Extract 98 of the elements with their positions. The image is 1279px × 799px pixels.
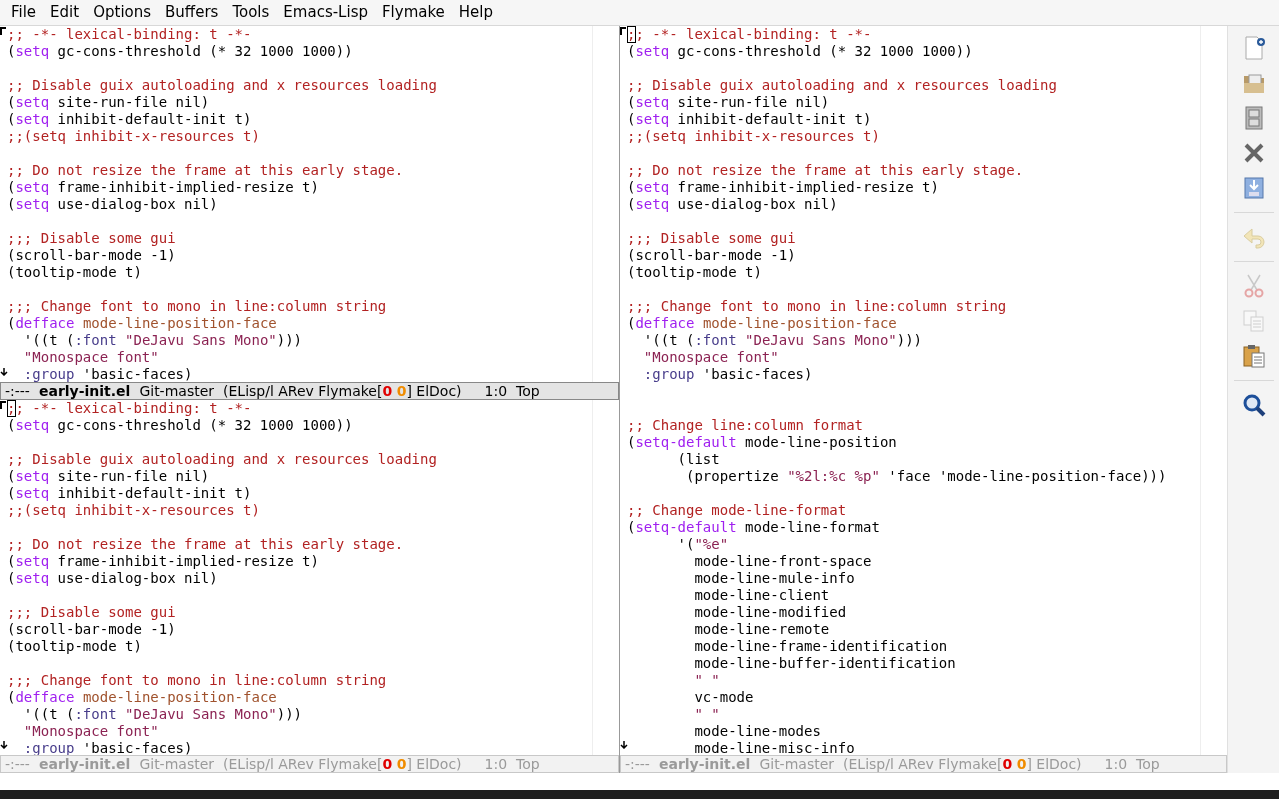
- code-line: (setq use-dialog-box nil): [627, 196, 838, 213]
- code-line: ;; Do not resize the frame at this early stage.: [7, 535, 404, 553]
- line-column: 1:0: [484, 756, 508, 772]
- line-column: 1:0: [1104, 756, 1128, 772]
- code-line: ;;; Disable some gui: [627, 230, 796, 247]
- code-line: mode-line-misc-info: [693, 740, 855, 755]
- code-line: ;;; Change font to mono in line:column string: [627, 298, 1007, 315]
- code-line: (defface mode-line-position-face: [7, 688, 277, 706]
- menu-item[interactable]: Help: [458, 1, 494, 24]
- line-column: 1:0: [484, 382, 508, 399]
- menu-item[interactable]: Tools: [232, 1, 270, 24]
- code-line: mode-line-front-space: [693, 553, 872, 570]
- code-line: (tooltip-mode t): [7, 264, 142, 281]
- code-line: '((t (:font "DeJavu Sans Mono"))): [642, 332, 923, 349]
- code-line: mode-line-remote: [693, 621, 830, 638]
- code-line: (scroll-bar-mode -1): [7, 247, 176, 264]
- code-line: ;; Disable guix autoloading and x resources loading: [7, 77, 437, 94]
- code-line: ;; Disable guix autoloading and x resources loading: [627, 77, 1057, 94]
- code-line: ;;; Disable some gui: [7, 603, 176, 621]
- code-line: (setq gc-cons-threshold (* 32 1000 1000)): [7, 416, 353, 434]
- code-line: (setq-default mode-line-format: [627, 519, 880, 536]
- code-line: mode-line-modes: [693, 723, 821, 740]
- down-arrow-icon: [620, 741, 628, 749]
- down-arrow-icon: [0, 741, 8, 749]
- code-line: (list: [676, 451, 720, 468]
- menu-item[interactable]: Emacs-Lisp: [283, 1, 368, 24]
- code-line: (setq inhibit-default-init t): [627, 111, 872, 128]
- code-line: " ": [693, 706, 720, 723]
- code-line: "Monospace font": [642, 349, 779, 366]
- code-line: (setq use-dialog-box nil): [7, 196, 218, 213]
- menu-item[interactable]: Edit: [50, 1, 80, 24]
- clipboard-icon[interactable]: [1240, 343, 1267, 369]
- text-area[interactable]: [7, 26, 593, 382]
- code-line: " ": [693, 672, 720, 689]
- fringe-top-icon: [0, 27, 6, 35]
- code-line: (setq frame-inhibit-implied-resize t): [7, 552, 319, 570]
- code-line: (scroll-bar-mode -1): [7, 620, 176, 638]
- code-line: mode-line-buffer-identification: [693, 655, 956, 672]
- code-line: (propertize "%2l:%c %p" 'face 'mode-line-position-face))): [685, 468, 1167, 485]
- code-line: ;; Do not resize the frame at this early stage.: [7, 162, 404, 179]
- code-line: ;;(setq inhibit-x-resources t): [7, 128, 260, 145]
- buffer-name[interactable]: early-init.el: [38, 382, 131, 399]
- scroll-position: Top: [516, 382, 540, 399]
- down-arrow-icon: [0, 367, 8, 376]
- code-line: '((t (:font "DeJavu Sans Mono"))): [22, 332, 303, 349]
- menu-item[interactable]: Flymake: [382, 1, 445, 24]
- code-line: (setq use-dialog-box nil): [7, 569, 218, 587]
- buffer-status: -:---: [5, 382, 30, 399]
- code-line: mode-line-modified: [693, 604, 847, 621]
- code-line: (setq-default mode-line-position: [627, 434, 897, 451]
- code-line: ;;(setq inhibit-x-resources t): [7, 501, 260, 519]
- code-line: (setq gc-cons-threshold (* 32 1000 1000)): [7, 43, 353, 60]
- code-line: ;; -*- lexical-binding: t -*-: [7, 26, 252, 43]
- code-line: '("%e": [676, 536, 729, 553]
- code-line: :group 'basic-faces): [22, 739, 193, 755]
- code-line: (scroll-bar-mode -1): [627, 247, 796, 264]
- code-line: (setq site-run-file nil): [7, 94, 210, 111]
- code-line: mode-line-mule-info: [693, 570, 855, 587]
- mode-indicators[interactable]: (ELisp/l ARev Flymake[0 0] ElDoc): [223, 756, 462, 772]
- mode-indicators[interactable]: (ELisp/l ARev Flymake[0 0] ElDoc): [843, 756, 1082, 772]
- code-line: ;; Change mode-line-format: [627, 502, 847, 519]
- code-line: (setq site-run-file nil): [627, 94, 830, 111]
- menu-item[interactable]: Buffers: [165, 1, 219, 24]
- buffer-status: -:---: [625, 756, 650, 772]
- code-line: ;; Change line:column format: [627, 417, 863, 434]
- code-line: :group 'basic-faces): [22, 366, 193, 382]
- code-line: ;;(setq inhibit-x-resources t): [627, 128, 880, 145]
- code-line: ;;; Change font to mono in line:column string: [7, 298, 387, 315]
- code-line: ;; Disable guix autoloading and x resources loading: [7, 450, 437, 468]
- scroll-position: Top: [516, 756, 540, 772]
- code-line: (setq site-run-file nil): [7, 467, 210, 485]
- code-line: (defface mode-line-position-face: [627, 315, 897, 332]
- code-line: (tooltip-mode t): [7, 637, 142, 655]
- fringe-top-icon: [0, 400, 6, 409]
- fringe-top-icon: [620, 27, 626, 35]
- code-line: mode-line-client: [693, 587, 830, 604]
- code-line: "Monospace font": [22, 349, 159, 366]
- vc-branch[interactable]: Git-master: [139, 382, 215, 399]
- code-line: mode-line-frame-identification: [693, 638, 948, 655]
- code-line: "Monospace font": [22, 722, 159, 740]
- menu-item[interactable]: File: [11, 1, 37, 24]
- code-line: (tooltip-mode t): [627, 264, 762, 281]
- code-line: (setq inhibit-default-init t): [7, 484, 252, 502]
- code-line: vc-mode: [693, 689, 754, 706]
- code-line: ;;; Change font to mono in line:column string: [7, 671, 387, 689]
- code-line: (setq frame-inhibit-implied-resize t): [7, 179, 319, 196]
- code-line: (setq inhibit-default-init t): [7, 111, 252, 128]
- code-line: (setq gc-cons-threshold (* 32 1000 1000)): [627, 43, 973, 60]
- menu-item[interactable]: Options: [93, 1, 152, 24]
- code-line: '((t (:font "DeJavu Sans Mono"))): [22, 705, 303, 723]
- buffer-status: -:---: [5, 756, 30, 772]
- mode-indicators[interactable]: (ELisp/l ARev Flymake[0 0] ElDoc): [223, 382, 462, 399]
- code-line: (defface mode-line-position-face: [7, 315, 277, 332]
- code-line: ;;; Disable some gui: [7, 230, 176, 247]
- code-line: ;; Do not resize the frame at this early stage.: [627, 162, 1024, 179]
- code-line: :group 'basic-faces): [642, 366, 813, 383]
- scroll-position: Top: [1136, 756, 1160, 772]
- code-line: (setq frame-inhibit-implied-resize t): [627, 179, 939, 196]
